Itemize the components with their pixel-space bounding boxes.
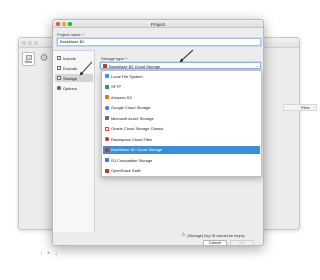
arrow-to-storage [79,61,93,76]
annotation-arrows [79,49,194,76]
arrow-to-storage-type [179,49,194,63]
